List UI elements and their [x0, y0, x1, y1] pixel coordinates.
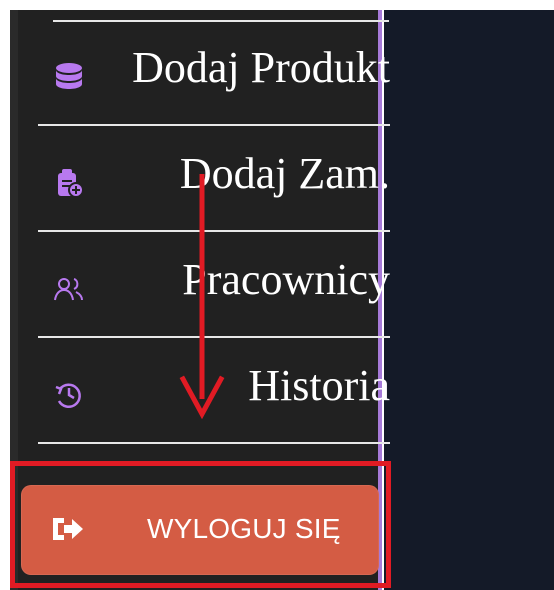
sidebar-item-dodaj-zam[interactable]: Dodaj Zam. [38, 128, 390, 232]
logout-button[interactable]: WYLOGUJ SIĘ [21, 485, 379, 575]
sidebar-item-label: Pracownicy [182, 255, 390, 304]
sidebar-item-dodaj-produkt[interactable]: Dodaj Produkt [38, 22, 390, 126]
logout-label: WYLOGUJ SIĘ [147, 513, 341, 544]
screenshot-stage: Dodaj Produkt Dodaj Zam. Pracownicy Hist… [0, 0, 554, 590]
history-icon [52, 378, 86, 412]
sidebar-item-label: Historia [248, 361, 390, 410]
main-content-background [384, 10, 554, 590]
clipboard-add-icon [52, 166, 86, 200]
sidebar-item-label: Dodaj Zam. [179, 149, 390, 198]
sidebar-item-pracownicy[interactable]: Pracownicy [38, 234, 390, 338]
sidebar-item-historia[interactable]: Historia [38, 340, 390, 444]
users-icon [52, 272, 86, 306]
logout-arrow-icon [49, 514, 85, 544]
database-icon [52, 60, 86, 94]
sidebar-item-label: Dodaj Produkt [132, 43, 390, 92]
